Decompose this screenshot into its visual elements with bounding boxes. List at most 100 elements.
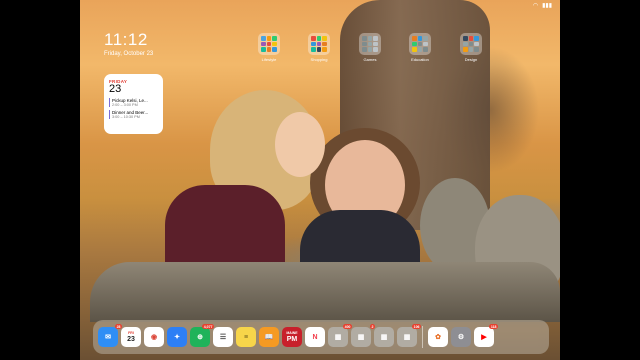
folder-games[interactable]: Games — [357, 33, 383, 62]
app-glyph: ▶ — [481, 333, 487, 341]
dock-divider — [422, 326, 423, 348]
calendar-icon[interactable]: FRI 23 — [121, 327, 141, 347]
folder-app-thumbnail — [373, 47, 378, 52]
ipad-home-screen: ◠ ▮▮▮ 11:12 Friday, October 23 FRIDAY 23… — [80, 0, 560, 360]
folder-app-thumbnail — [266, 47, 272, 52]
folder-app-thumbnail — [266, 41, 272, 47]
folder-app-thumbnail — [463, 41, 468, 47]
folder-app-thumbnail — [463, 36, 468, 41]
calendar-event[interactable]: Pickup Kelsi, Le... 2:00 – 3:00 PM — [109, 98, 158, 107]
folder-app-thumbnail — [311, 41, 316, 47]
app-glyph: ≡ — [243, 333, 249, 341]
reminders-icon[interactable]: ☰ — [213, 327, 233, 347]
wifi-icon: ◠ — [532, 3, 539, 9]
app-glyph: PM — [286, 335, 298, 343]
folder-app-thumbnail — [367, 36, 373, 41]
wallpaper-girl2-body — [300, 210, 420, 270]
folder-app-thumbnail — [367, 47, 373, 52]
notes-icon[interactable]: ≡ — [236, 327, 256, 347]
folder-app-thumbnail — [362, 41, 367, 47]
folder-app-thumbnail — [311, 47, 316, 52]
folder-app-thumbnail — [463, 47, 468, 52]
folder-app-thumbnail — [362, 36, 367, 41]
folder-app-thumbnail — [322, 41, 327, 47]
folder-label: Design — [464, 57, 478, 62]
books-icon[interactable]: 📖 — [259, 327, 279, 347]
folder-education[interactable]: Education — [407, 33, 433, 62]
calendar-event[interactable]: Dinner and Beer... 3:00 – 10:30 PM — [109, 110, 158, 119]
app-glyph: N — [312, 333, 318, 341]
folder-app-thumbnail — [423, 47, 428, 52]
dock: ✉ 28 FRI 23 ◉ ✦ ⊕ 4,077 ☰ ≡ 📖 MAINE PM N ▦ 400 ▦ 2 ▦ ▦ 106 ✿ ⚙… — [93, 320, 549, 354]
folder-app-thumbnail — [266, 36, 272, 41]
calendar-widget[interactable]: FRIDAY 23 Pickup Kelsi, Le... 2:00 – 3:0… — [104, 74, 163, 134]
app-glyph: ✉ — [105, 333, 111, 341]
folder-a-icon[interactable]: ▦ 400 — [328, 324, 352, 347]
notification-badge: 400 — [343, 324, 352, 329]
folder-app-thumbnail — [468, 41, 474, 47]
folder-app-thumbnail — [272, 41, 277, 47]
safari-icon[interactable]: ✦ — [167, 327, 187, 347]
folder-icon — [460, 33, 482, 55]
folder-app-thumbnail — [468, 47, 474, 52]
folder-app-thumbnail — [423, 36, 428, 41]
folder-app-thumbnail — [412, 41, 417, 47]
folder-app-thumbnail — [322, 36, 327, 41]
folder-app-thumbnail — [316, 36, 322, 41]
app-glyph: ▦ — [403, 333, 411, 341]
notification-badge: 4,077 — [202, 324, 214, 329]
folder-app-thumbnail — [417, 41, 423, 47]
folder-lifestyle[interactable]: Lifestyle — [256, 33, 282, 62]
settings-icon[interactable]: ⚙ — [451, 327, 471, 347]
folder-icon — [359, 33, 381, 55]
event-time: 2:00 – 3:00 PM — [112, 103, 138, 107]
app-glyph: ✦ — [174, 333, 180, 341]
folder-app-thumbnail — [261, 36, 266, 41]
folder-d-icon[interactable]: ▦ 106 — [397, 324, 421, 347]
folder-icon — [409, 33, 431, 55]
chrome-icon[interactable]: ◉ — [144, 327, 164, 347]
app-glyph: ▦ — [357, 333, 365, 341]
app-glyph: ⊕ — [197, 333, 203, 341]
folder-app-thumbnail — [417, 47, 423, 52]
mail-icon[interactable]: ✉ 28 — [98, 324, 122, 347]
folder-c-icon[interactable]: ▦ — [374, 327, 394, 347]
folder-app-thumbnail — [468, 36, 474, 41]
authy-icon[interactable]: ⊕ 4,077 — [190, 324, 214, 347]
folder-b-icon[interactable]: ▦ 2 — [351, 324, 375, 347]
folder-app-thumbnail — [261, 47, 266, 52]
folder-icon — [308, 33, 330, 55]
notification-badge: 106 — [412, 324, 421, 329]
folder-label: Education — [411, 57, 429, 62]
folder-app-thumbnail — [474, 47, 479, 52]
maine-icon[interactable]: MAINE PM — [282, 327, 302, 347]
folder-design[interactable]: Design — [458, 33, 484, 62]
app-glyph: ✿ — [435, 333, 441, 341]
folder-app-thumbnail — [322, 47, 327, 52]
folder-app-thumbnail — [367, 41, 373, 47]
folder-app-thumbnail — [316, 41, 322, 47]
folder-app-thumbnail — [412, 36, 417, 41]
folder-app-thumbnail — [417, 36, 423, 41]
battery-icon: ▮▮▮ — [542, 3, 552, 9]
folder-icon — [258, 33, 280, 55]
notification-badge: 118 — [489, 324, 498, 329]
folder-app-thumbnail — [474, 36, 479, 41]
folder-app-thumbnail — [362, 47, 367, 52]
photos-icon[interactable]: ✿ — [428, 327, 448, 347]
news-icon[interactable]: N — [305, 327, 325, 347]
folder-app-thumbnail — [261, 41, 266, 47]
folder-label: Games — [363, 57, 377, 62]
folder-app-thumbnail — [311, 36, 316, 41]
folder-label: Shopping — [310, 57, 328, 62]
folder-app-thumbnail — [474, 41, 479, 47]
folder-app-thumbnail — [272, 47, 277, 52]
folder-app-thumbnail — [373, 36, 378, 41]
youtube-icon[interactable]: ▶ 118 — [474, 324, 498, 347]
app-glyph: ◉ — [150, 333, 158, 341]
folder-shopping[interactable]: Shopping — [306, 33, 332, 62]
wallpaper-girl-face — [275, 112, 325, 177]
app-glyph: ☰ — [219, 333, 227, 341]
app-glyph: 23 — [127, 335, 135, 343]
folder-app-thumbnail — [423, 41, 428, 47]
